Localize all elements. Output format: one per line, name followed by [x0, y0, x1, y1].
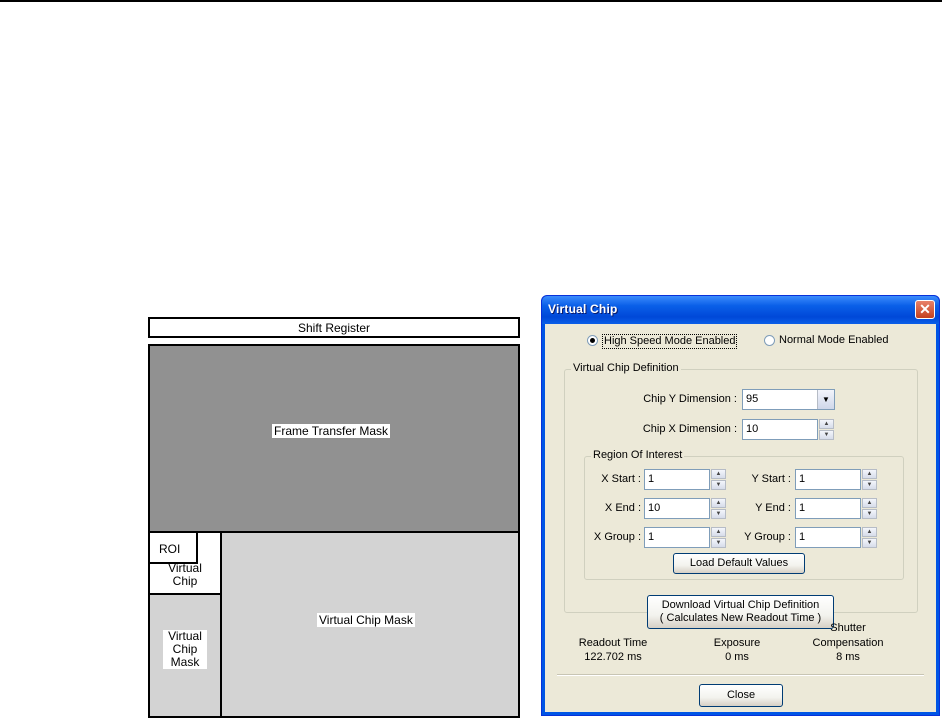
virtual-chip-mask-label: Virtual Chip Mask [317, 613, 415, 627]
download-button-line-1: Download Virtual Chip Definition [661, 599, 820, 611]
spin-up-icon[interactable]: ▲ [819, 419, 834, 429]
title-bar[interactable]: Virtual Chip ✕ [542, 296, 939, 324]
close-icon[interactable]: ✕ [915, 300, 935, 319]
dialog-client: High Speed Mode Enabled Normal Mode Enab… [545, 324, 936, 712]
spin-up-icon[interactable]: ▲ [711, 527, 726, 537]
x-start-label: X Start : [601, 473, 641, 485]
spin-down-icon[interactable]: ▼ [711, 480, 726, 490]
roi-block: ROI [148, 531, 198, 564]
y-group-spinner[interactable]: ▲ ▼ [862, 527, 877, 548]
close-button[interactable]: Close [699, 684, 783, 707]
load-default-values-button[interactable]: Load Default Values [673, 553, 805, 574]
spin-down-icon[interactable]: ▼ [711, 509, 726, 519]
x-start-value: 1 [648, 473, 655, 485]
exposure-value: 0 ms [725, 651, 749, 663]
spin-up-icon[interactable]: ▲ [711, 498, 726, 508]
y-start-value: 1 [799, 473, 806, 485]
shift-register-label: Shift Register [297, 321, 371, 335]
chip-y-dimension-label: Chip Y Dimension : [643, 393, 737, 405]
spin-down-icon[interactable]: ▼ [711, 538, 726, 548]
y-group-value: 1 [799, 531, 806, 543]
virtual-chip-dialog: Virtual Chip ✕ High Speed Mode Enabled N… [541, 295, 940, 716]
shutter-compensation-value: 8 ms [836, 651, 860, 663]
readout-time-value: 122.702 ms [584, 651, 642, 663]
frame-transfer-mask-label: Frame Transfer Mask [272, 424, 391, 438]
shutter-label-2: Compensation [812, 637, 884, 649]
spin-up-icon[interactable]: ▲ [862, 527, 877, 537]
spin-down-icon[interactable]: ▼ [862, 480, 877, 490]
y-start-spinner[interactable]: ▲ ▼ [862, 469, 877, 490]
spin-down-icon[interactable]: ▼ [819, 430, 834, 440]
chip-y-dimension-select[interactable]: 95 ▼ [742, 389, 835, 410]
stats-divider [557, 674, 924, 676]
region-of-interest-group: Region Of Interest X Start : 1 ▲ ▼ Y Sta… [584, 449, 904, 580]
spin-down-icon[interactable]: ▼ [862, 538, 877, 548]
y-group-label: Y Group : [744, 531, 791, 543]
x-start-spinner[interactable]: ▲ ▼ [711, 469, 726, 490]
virtual-chip-mask-small-label: Virtual Chip Mask [163, 630, 207, 669]
virtual-chip-definition-legend: Virtual Chip Definition [571, 362, 681, 375]
chip-x-dimension-value: 10 [746, 423, 759, 435]
virtual-chip-label: Virtual Chip [168, 561, 202, 588]
x-group-input[interactable]: 1 [644, 527, 710, 548]
spin-down-icon[interactable]: ▼ [862, 509, 877, 519]
x-end-label: X End : [604, 502, 641, 514]
chip-x-dimension-input[interactable]: 10 [742, 419, 818, 440]
x-group-label: X Group : [593, 531, 641, 543]
shift-register-block: Shift Register [148, 317, 520, 338]
y-end-input[interactable]: 1 [795, 498, 861, 519]
chip-x-dimension-label: Chip X Dimension : [642, 423, 737, 435]
readout-time-label: Readout Time [578, 637, 648, 649]
spin-up-icon[interactable]: ▲ [711, 469, 726, 479]
x-end-input[interactable]: 10 [644, 498, 710, 519]
spin-up-icon[interactable]: ▲ [862, 469, 877, 479]
roi-label: ROI [159, 542, 181, 556]
virtual-chip-mask-block: Virtual Chip Mask [220, 531, 520, 718]
virtual-chip-definition-group: Virtual Chip Definition Chip Y Dimension… [564, 362, 918, 629]
x-group-spinner[interactable]: ▲ ▼ [711, 527, 726, 548]
chevron-down-icon[interactable]: ▼ [817, 390, 834, 409]
x-end-value: 10 [648, 502, 661, 514]
shutter-label-1: Shutter [830, 622, 866, 634]
normal-mode-radio[interactable] [764, 335, 775, 346]
x-end-spinner[interactable]: ▲ ▼ [711, 498, 726, 519]
region-of-interest-legend: Region Of Interest [591, 449, 685, 462]
dialog-title: Virtual Chip [548, 302, 618, 316]
normal-mode-label[interactable]: Normal Mode Enabled [779, 334, 888, 347]
top-rule [0, 0, 942, 2]
chip-y-dimension-value: 95 [746, 393, 759, 405]
spin-up-icon[interactable]: ▲ [862, 498, 877, 508]
x-start-input[interactable]: 1 [644, 469, 710, 490]
high-speed-mode-label[interactable]: High Speed Mode Enabled [602, 334, 738, 349]
high-speed-mode-radio[interactable] [587, 335, 598, 346]
y-end-value: 1 [799, 502, 806, 514]
y-start-label: Y Start : [751, 473, 791, 485]
x-group-value: 1 [648, 531, 655, 543]
y-group-input[interactable]: 1 [795, 527, 861, 548]
y-end-spinner[interactable]: ▲ ▼ [862, 498, 877, 519]
y-end-label: Y End : [755, 502, 791, 514]
y-start-input[interactable]: 1 [795, 469, 861, 490]
chip-x-dimension-spinner[interactable]: ▲ ▼ [819, 419, 834, 440]
frame-transfer-mask-block: Frame Transfer Mask [148, 344, 520, 533]
exposure-label: Exposure [713, 637, 761, 649]
